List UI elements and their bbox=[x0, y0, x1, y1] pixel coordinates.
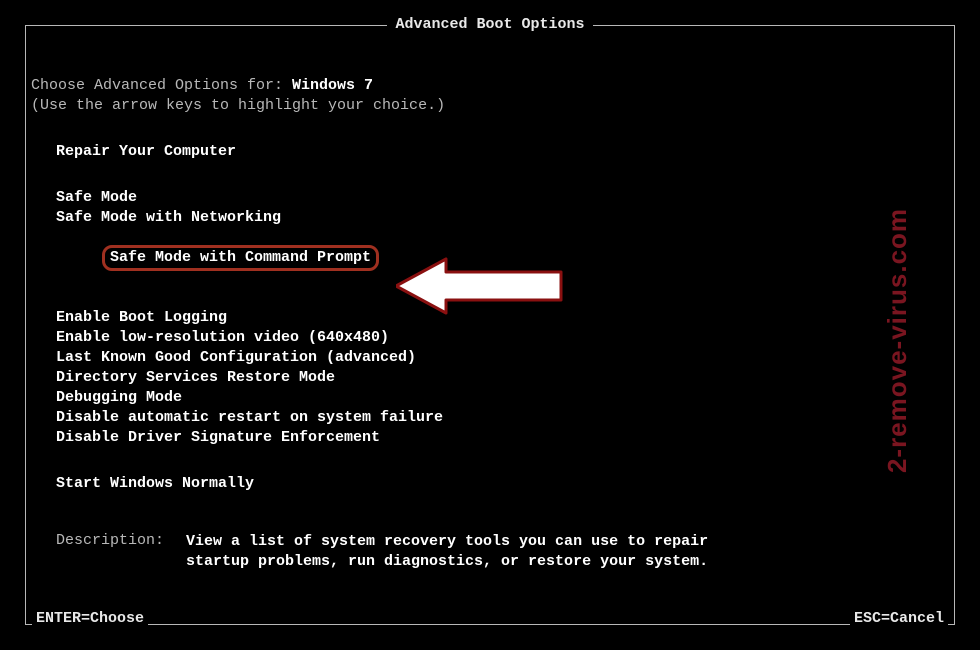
footer-enter: ENTER=Choose bbox=[32, 610, 148, 627]
boot-options-frame: Advanced Boot Options Choose Advanced Op… bbox=[25, 25, 955, 625]
option-low-res-video[interactable]: Enable low-resolution video (640x480) bbox=[31, 328, 951, 348]
description-row: Description: View a list of system recov… bbox=[31, 494, 951, 572]
option-debugging[interactable]: Debugging Mode bbox=[31, 388, 951, 408]
arrow-icon bbox=[396, 256, 566, 316]
option-disable-driver-sig[interactable]: Disable Driver Signature Enforcement bbox=[31, 428, 951, 448]
highlight-outline: Safe Mode with Command Prompt bbox=[110, 248, 371, 268]
title-bar: Advanced Boot Options bbox=[26, 16, 954, 33]
option-directory-restore[interactable]: Directory Services Restore Mode bbox=[31, 368, 951, 388]
intro-os: Windows 7 bbox=[292, 77, 373, 94]
option-safe-mode[interactable]: Safe Mode bbox=[31, 188, 951, 208]
option-safe-mode-networking[interactable]: Safe Mode with Networking bbox=[31, 208, 951, 228]
description-text: View a list of system recovery tools you… bbox=[186, 532, 746, 572]
watermark-text: 2-remove-virus.com bbox=[882, 208, 913, 473]
content-area: Choose Advanced Options for: Windows 7 (… bbox=[31, 76, 951, 572]
description-label: Description: bbox=[56, 532, 186, 572]
option-repair[interactable]: Repair Your Computer bbox=[31, 142, 951, 162]
footer-bar: ENTER=Choose ESC=Cancel bbox=[32, 610, 948, 627]
option-last-known-good[interactable]: Last Known Good Configuration (advanced) bbox=[31, 348, 951, 368]
screen-title: Advanced Boot Options bbox=[387, 16, 592, 33]
intro-hint: (Use the arrow keys to highlight your ch… bbox=[31, 96, 951, 116]
intro-prefix: Choose Advanced Options for: bbox=[31, 77, 292, 94]
intro-line: Choose Advanced Options for: Windows 7 bbox=[31, 76, 951, 96]
footer-esc: ESC=Cancel bbox=[850, 610, 948, 627]
option-start-normally[interactable]: Start Windows Normally bbox=[31, 474, 951, 494]
option-disable-auto-restart[interactable]: Disable automatic restart on system fail… bbox=[31, 408, 951, 428]
